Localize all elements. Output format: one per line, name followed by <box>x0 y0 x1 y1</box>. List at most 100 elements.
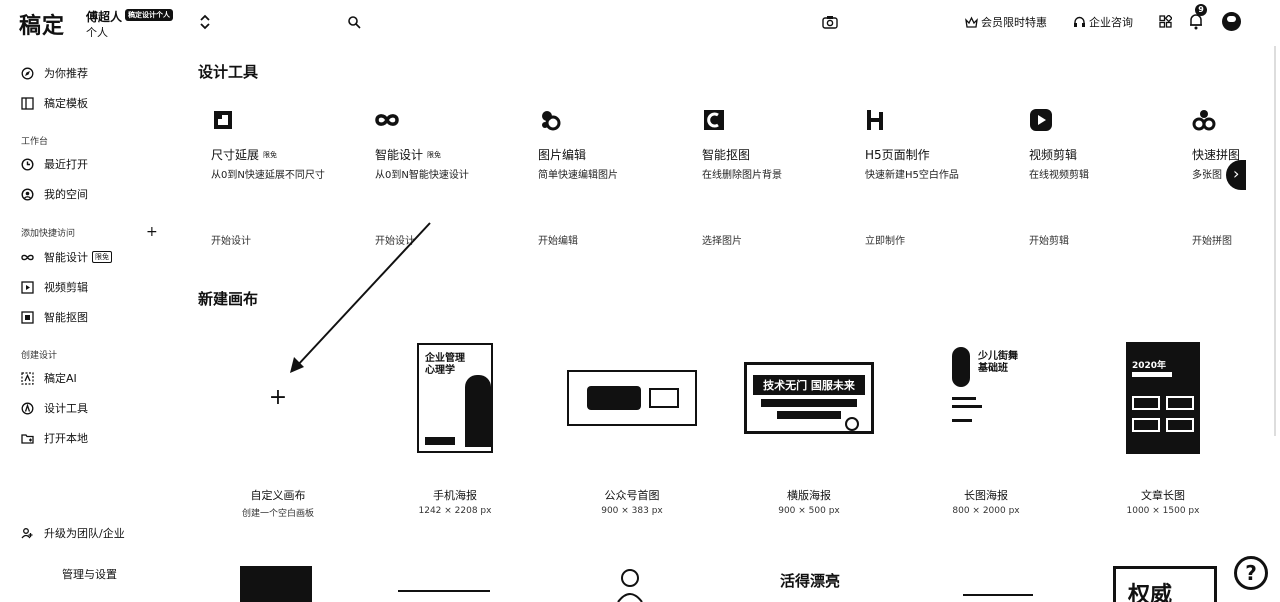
crown-icon <box>965 16 978 28</box>
switch-account-icon[interactable] <box>198 14 212 30</box>
design-tool-icon <box>21 402 34 414</box>
template-thumb[interactable] <box>240 566 312 602</box>
sidebar-item-gaoding-ai[interactable]: 稿定AI <box>21 368 77 388</box>
sidebar-item-my-space[interactable]: 我的空间 <box>21 184 88 204</box>
tool-name: H5页面制作 <box>865 148 930 162</box>
sidebar-item-label: 最近打开 <box>44 158 88 171</box>
canvas-size: 800 × 2000 px <box>952 506 1020 516</box>
tool-action[interactable]: 选择图片 <box>702 232 742 247</box>
manage-settings-button[interactable]: 管理与设置 <box>62 566 117 582</box>
help-button[interactable]: ? <box>1234 556 1268 590</box>
portrait-sketch <box>617 569 643 602</box>
tool-card-image-edit[interactable]: 图片编辑 简单快速编辑图片 开始编辑 <box>538 108 698 248</box>
sidebar-item-design-tools[interactable]: 设计工具 <box>21 398 88 418</box>
cutout-icon <box>704 110 724 130</box>
canvas-card-phone-poster[interactable]: 企业管理心理学 手机海报 1242 × 2208 px <box>380 330 530 520</box>
ai-icon <box>21 371 34 385</box>
phone-poster-thumb: 企业管理心理学 <box>417 342 493 453</box>
plus-icon: + <box>268 385 288 410</box>
camera-icon[interactable] <box>822 15 838 29</box>
sidebar-item-label: 智能设计 <box>44 251 88 264</box>
sidebar-item-cutout[interactable]: 智能抠图 <box>21 307 88 327</box>
sidebar-item-templates[interactable]: 稿定模板 <box>21 93 88 113</box>
sidebar-item-recommend[interactable]: 为你推荐 <box>21 63 88 83</box>
avatar[interactable] <box>1222 12 1241 31</box>
landscape-poster-thumb: 技术无门 国服未来 <box>744 361 874 434</box>
canvas-card-custom[interactable]: + 自定义画布 创建一个空白画板 <box>203 330 353 520</box>
thumb-text: 企业管理心理学 <box>425 352 465 376</box>
thumb-text: 技术无门 国服未来 <box>753 374 865 395</box>
sidebar-item-label: 视频剪辑 <box>44 281 88 294</box>
sidebar-item-recent[interactable]: 最近打开 <box>21 154 88 174</box>
upgrade-team-button[interactable]: 升级为团队/企业 <box>21 523 125 543</box>
team-upgrade-icon <box>21 527 33 538</box>
canvas-card-wechat-cover[interactable]: 公众号首图 900 × 383 px <box>557 330 707 520</box>
thumb-text: 少儿街舞基础班 <box>978 350 1018 374</box>
canvas-size: 创建一个空白画板 <box>241 509 314 519</box>
template-thumb[interactable] <box>598 566 646 602</box>
template-text: 权威 <box>1128 583 1173 602</box>
logo[interactable]: 稿定 <box>19 8 65 40</box>
tool-action[interactable]: 立即制作 <box>865 232 905 247</box>
sidebar-item-video-edit[interactable]: 视频剪辑 <box>21 277 88 297</box>
canvas-name: 横版海报 <box>787 489 831 502</box>
sidebar-item-label: 稿定AI <box>44 372 77 385</box>
sidebar-item-smart-design[interactable]: 智能设计 限免 <box>21 247 112 267</box>
canvas-name: 公众号首图 <box>604 489 660 502</box>
canvas-thumb: 少儿街舞基础班 <box>911 330 1061 465</box>
tool-desc: 从0到N快速延展不同尺寸 <box>211 170 325 181</box>
tool-action[interactable]: 开始剪辑 <box>1029 232 1069 247</box>
sidebar-item-label: 为你推荐 <box>44 67 88 80</box>
template-icon <box>21 96 34 110</box>
canvas-card-landscape-poster[interactable]: 技术无门 国服未来 横版海报 900 × 500 px <box>734 330 884 520</box>
new-canvas-title: 新建画布 <box>198 290 259 308</box>
template-thumb[interactable]: 活得漂亮 <box>770 566 850 602</box>
canvas-card-article-long[interactable]: 2020年 文章长图 1000 × 1500 px <box>1088 330 1238 520</box>
canvas-name: 自定义画布 <box>250 489 306 502</box>
video-icon <box>21 280 34 294</box>
compass-icon <box>21 67 34 79</box>
canvas-size: 1000 × 1500 px <box>1126 506 1200 516</box>
enterprise-consult-label: 企业咨询 <box>1089 16 1133 29</box>
tool-name: 快速拼图 <box>1192 148 1241 162</box>
canvas-size: 1242 × 2208 px <box>418 506 492 516</box>
member-offer-label: 会员限时特惠 <box>981 16 1047 29</box>
user-name[interactable]: 傅超人 <box>86 8 122 25</box>
tool-card-h5[interactable]: H5页面制作 快速新建H5空白作品 立即制作 <box>865 108 1025 248</box>
canvas-name: 文章长图 <box>1141 489 1185 502</box>
puzzle-icon <box>1192 110 1216 131</box>
add-quick-access-button[interactable]: + <box>146 225 158 239</box>
template-thumb[interactable]: 权威 <box>1113 566 1217 602</box>
upgrade-label: 升级为团队/企业 <box>44 527 125 540</box>
template-thumb[interactable] <box>963 594 1033 602</box>
tool-card-video-edit[interactable]: 视频剪辑 在线视频剪辑 开始剪辑 <box>1029 108 1189 248</box>
member-offer-link[interactable]: 会员限时特惠 <box>965 14 1047 30</box>
page-scrollbar[interactable] <box>1274 46 1276 436</box>
person-figure <box>465 374 491 447</box>
tool-desc: 快速新建H5空白作品 <box>865 170 959 181</box>
tool-desc: 在线视频剪辑 <box>1029 170 1089 181</box>
canvas-thumb: 2020年 <box>1088 330 1238 465</box>
cutout-icon <box>21 310 34 324</box>
search-icon[interactable] <box>347 15 361 29</box>
sidebar-item-open-local[interactable]: 打开本地 <box>21 428 88 448</box>
template-text: 活得漂亮 <box>779 572 840 590</box>
long-poster-thumb: 少儿街舞基础班 <box>946 342 1026 453</box>
thumb-text: 2020年 <box>1132 360 1167 371</box>
canvas-card-long-poster[interactable]: 少儿街舞基础班 长图海报 800 × 2000 px <box>911 330 1061 520</box>
sidebar-item-label: 智能抠图 <box>44 311 88 324</box>
tool-action[interactable]: 开始编辑 <box>538 232 578 247</box>
enterprise-consult-link[interactable]: 企业咨询 <box>1073 14 1133 30</box>
infinity-icon <box>21 254 34 260</box>
tool-action[interactable]: 开始拼图 <box>1192 232 1232 247</box>
apps-grid-icon[interactable] <box>1159 15 1172 28</box>
tool-card-cutout[interactable]: 智能抠图 在线删除图片背景 选择图片 <box>702 108 862 248</box>
sidebar-item-label: 稿定模板 <box>44 97 88 110</box>
free-tag: 限免 <box>427 150 442 159</box>
canvas-name: 手机海报 <box>433 489 477 502</box>
tool-name: 尺寸延展 <box>211 148 260 162</box>
template-thumb[interactable] <box>398 590 490 602</box>
canvas-name: 长图海报 <box>964 489 1008 502</box>
tool-action[interactable]: 开始设计 <box>211 232 251 247</box>
free-tag: 限免 <box>263 150 278 159</box>
